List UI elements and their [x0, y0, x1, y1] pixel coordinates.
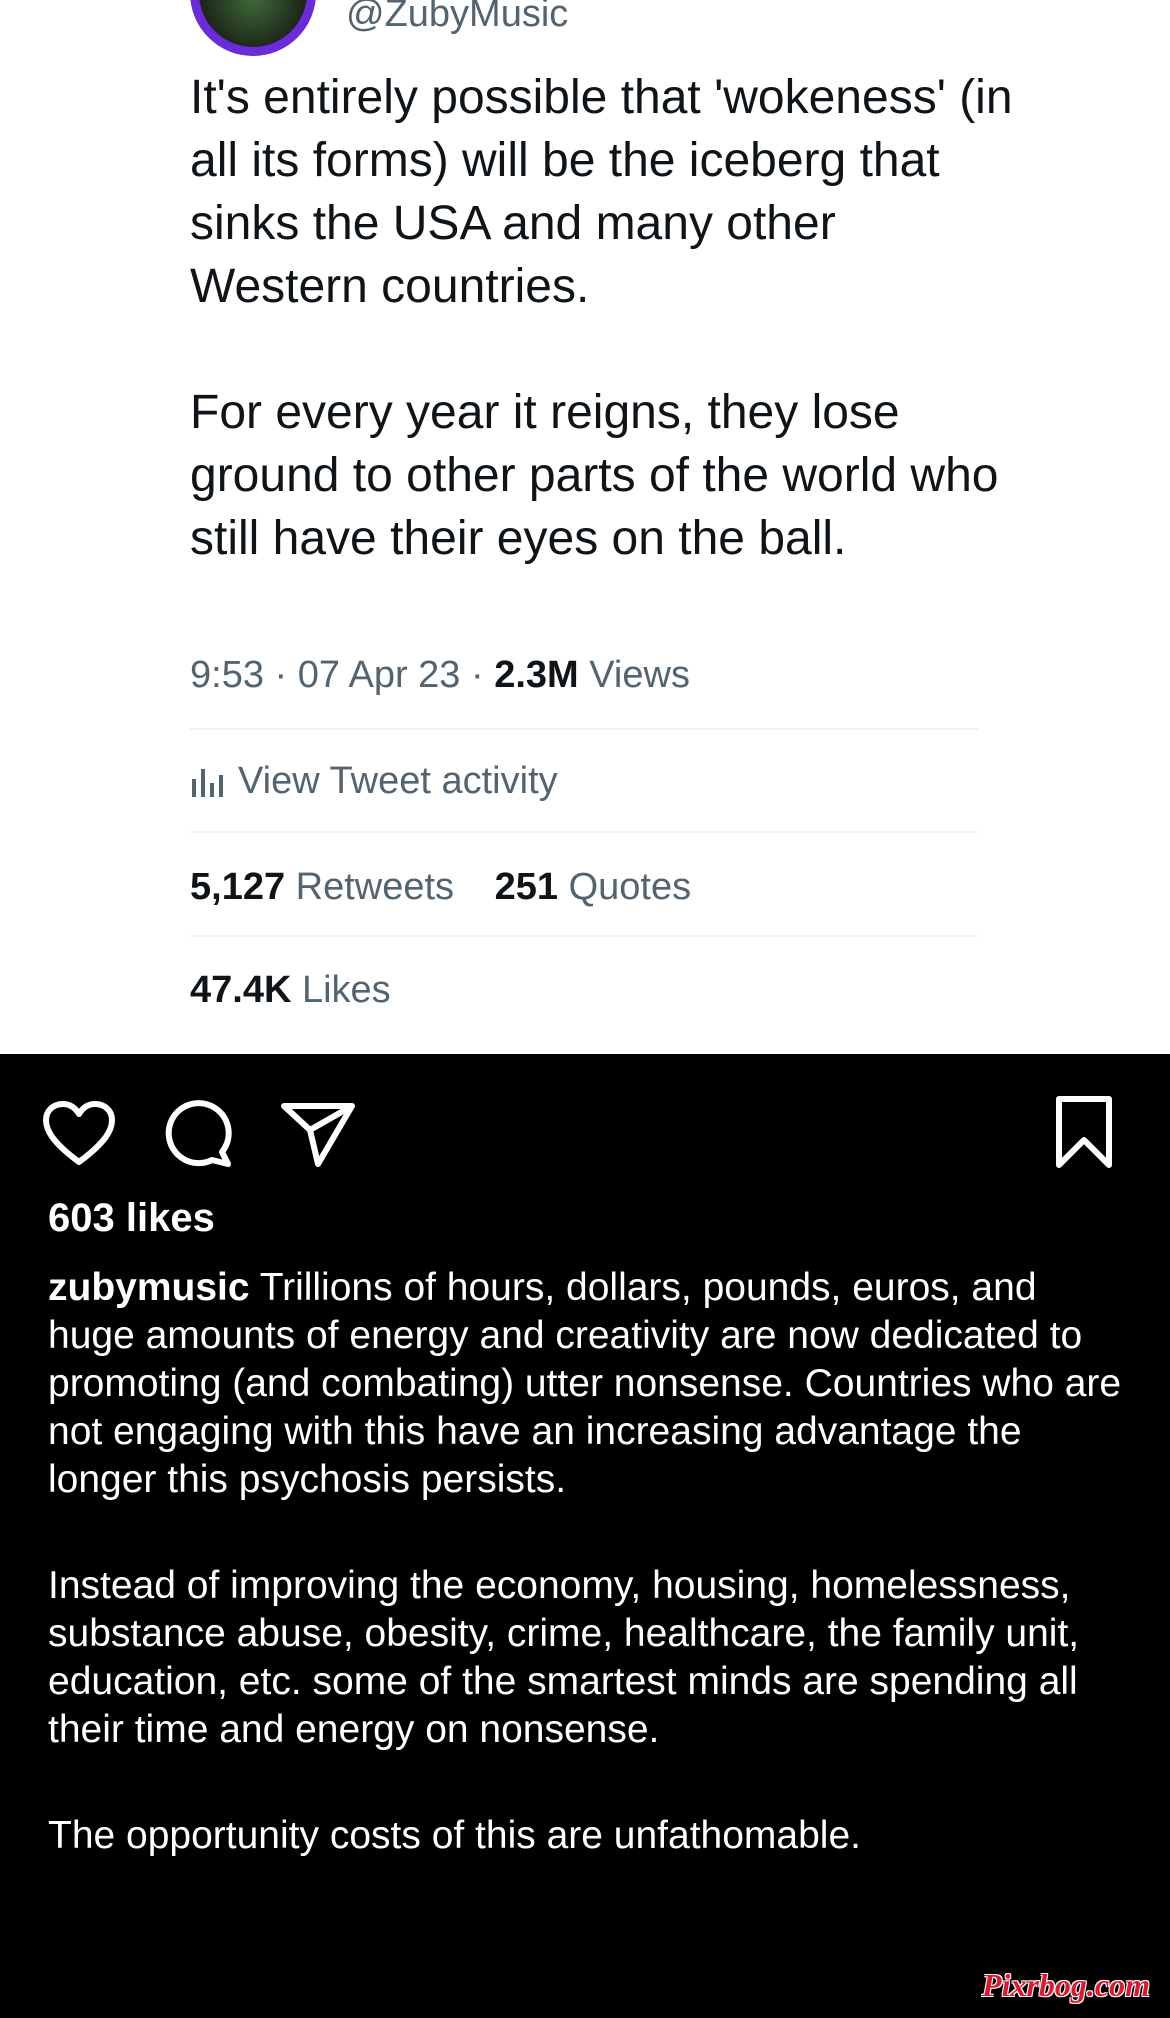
watermark: Pixrbog.com: [982, 1967, 1150, 2003]
tweet-engagement-stats: 5,127 Retweets 251 Quotes: [190, 864, 691, 910]
views-label: Views: [589, 654, 690, 696]
caption-paragraph: The opportunity costs of this are unfath…: [48, 1814, 861, 1857]
quotes-label: Quotes: [568, 866, 692, 908]
share-icon[interactable]: [280, 1100, 356, 1170]
tweet-time: 9:53: [190, 654, 264, 696]
tweet-likes-label: Likes: [301, 969, 391, 1011]
tweet-paragraph: It's entirely possible that 'wokeness' (…: [190, 71, 1013, 313]
heart-icon[interactable]: [42, 1100, 116, 1168]
likes-count[interactable]: 603 likes: [48, 1194, 215, 1242]
avatar[interactable]: [190, 0, 316, 56]
tweet-text: It's entirely possible that 'wokeness' (…: [190, 66, 1020, 570]
divider: [190, 728, 978, 730]
tweet-paragraph: For every year it reigns, they lose grou…: [190, 386, 999, 565]
tweet-meta: 9:53 · 07 Apr 23 · 2.3M Views: [190, 654, 690, 696]
activity-label: View Tweet activity: [238, 760, 558, 802]
instagram-post-footer: 603 likes zubymusic Trillions of hours, …: [0, 1054, 1170, 2018]
post-caption: zubymusic Trillions of hours, dollars, p…: [48, 1264, 1128, 1860]
caption-paragraph: Instead of improving the economy, housin…: [48, 1564, 1080, 1751]
view-tweet-activity-link[interactable]: View Tweet activity: [190, 758, 558, 804]
quotes-stat[interactable]: 251 Quotes: [495, 866, 692, 908]
views-count: 2.3M: [494, 654, 579, 696]
analytics-icon: [192, 769, 223, 797]
tweet-handle[interactable]: @ZubyMusic: [346, 0, 568, 34]
retweets-stat[interactable]: 5,127 Retweets: [190, 866, 465, 908]
tweet-likes-count: 47.4K: [190, 969, 292, 1011]
divider: [190, 935, 978, 937]
quotes-count: 251: [494, 866, 559, 908]
divider: [190, 831, 978, 833]
caption-username[interactable]: zubymusic: [48, 1266, 250, 1309]
avatar-photo: [199, 0, 307, 47]
tweet-screenshot: @ZubyMusic It's entirely possible that '…: [0, 0, 1170, 1054]
retweets-count: 5,127: [190, 866, 286, 908]
comment-icon[interactable]: [162, 1098, 234, 1170]
retweets-label: Retweets: [295, 866, 455, 908]
tweet-likes-stat[interactable]: 47.4K Likes: [190, 967, 391, 1013]
tweet-date: 07 Apr 23: [297, 654, 461, 696]
bookmark-icon[interactable]: [1054, 1094, 1114, 1170]
